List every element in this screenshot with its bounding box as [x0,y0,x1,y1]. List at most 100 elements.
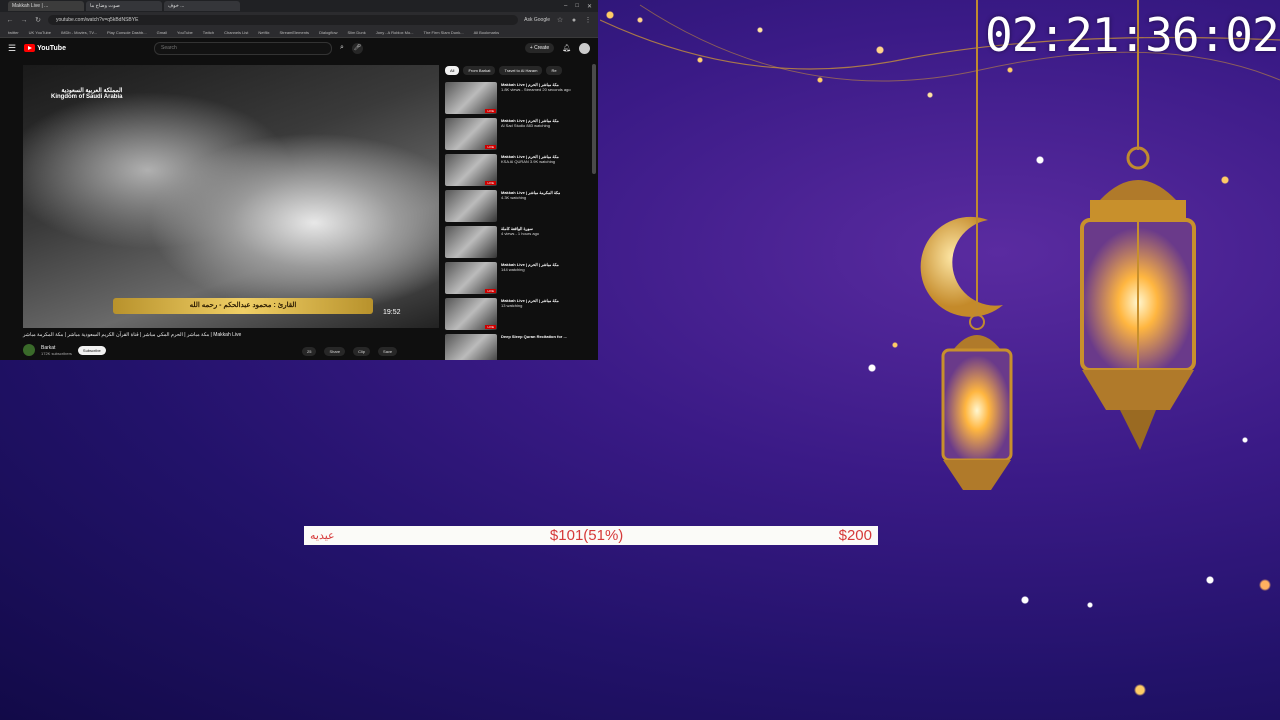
browser-window: Makkah Live | ... صوت وضاح ما خوف ... – … [0,0,598,360]
list-item[interactable]: LIVE Makkah Live | مكة مباشر | الحرم 1.8K … [445,82,593,118]
chip-more[interactable]: Re [546,66,562,75]
related-meta: 13 watching [501,303,523,308]
goal-target: $200 [838,527,872,544]
tab-makkah-live[interactable]: Makkah Live | ... [8,1,84,11]
maximize-icon[interactable]: □ [575,3,579,10]
video-thumbnail [445,226,497,258]
lantern-right-icon [1080,0,1196,450]
mic-icon[interactable]: 🎤︎ [351,42,363,54]
address-bar[interactable]: youtube.com/watch?v=q5kBdNSBYE [48,15,519,25]
bookmark-item[interactable]: Channels List [224,30,248,35]
youtube-play-icon [24,44,36,52]
list-item[interactable]: Deep Sleep Quran Recitation for ... [445,334,593,360]
list-item[interactable]: سورة الواقعة كاملة 4 views - 1 hours ago [445,226,593,262]
related-meta: 144 watching [501,267,525,272]
address-row: ← → ↻ youtube.com/watch?v=q5kBdNSBYE Ask… [0,12,598,28]
bookmark-item[interactable]: Twitch [203,30,214,35]
menu-icon[interactable]: ☰ [8,43,16,54]
video-thumbnail [445,334,497,360]
profile-icon[interactable]: ● [570,17,578,24]
related-videos: LIVE Makkah Live | مكة مباشر | الحرم 1.8K … [445,82,593,360]
subscribe-button[interactable]: Subscribe [77,345,106,355]
share-button[interactable]: Share [324,347,346,356]
goal-current: $101(51%) [549,527,624,544]
bookmark-item[interactable]: StreamElements [279,30,309,35]
list-item[interactable]: LIVE Makkah Live | مكة مباشر | الحرم 144 w… [445,262,593,298]
ksa-overlay-text: المملكة العربية السعودية Kingdom of Saud… [51,88,123,100]
create-label: Create [534,45,550,51]
bookmark-item[interactable]: Gmail [157,30,167,35]
bookmark-item[interactable]: YouTube [177,30,193,35]
live-badge: LIVE [485,289,496,293]
star-icon[interactable]: ☆ [556,16,564,24]
related-title: Deep Sleep Quran Recitation for ... [501,334,567,339]
list-item[interactable]: LIVE Makkah Live | مكة مباشر | الحرم Al Sa… [445,118,593,154]
clip-button[interactable]: Clip [353,347,371,356]
list-item[interactable]: LIVE Makkah Live | مكة مباشر | الحرم 13 wa… [445,298,593,334]
close-icon[interactable]: ✕ [587,3,592,10]
bookmark-item[interactable]: twitter [8,30,19,35]
tab-2[interactable]: صوت وضاح ما [86,1,162,11]
video-thumbnail: LIVE [445,298,497,330]
youtube-logo[interactable]: YouTube [24,44,66,52]
chip-from-barkat[interactable]: From Barkat [463,66,496,75]
list-item[interactable]: LIVE Makkah Live | مكة مباشر | الحرم KSA A… [445,154,593,190]
bookmark-item[interactable]: Slim Dunk [348,30,366,35]
live-badge: LIVE [485,325,496,329]
list-item[interactable]: Makkah Live | مكة المكرمة مباشر 4.3K watc… [445,190,593,226]
video-title: مكة مباشر | الحرم المكي مباشر | قناة الق… [23,332,242,338]
reload-icon[interactable]: ↻ [34,16,42,24]
minimize-icon[interactable]: – [564,3,567,10]
channel-avatar[interactable] [23,344,35,356]
donation-goal-bar: عيديه $101(51%) $200 [304,526,878,545]
ask-google-button[interactable]: Ask Google [524,17,550,23]
bookmark-item[interactable]: All Bookmarks [474,30,500,35]
tab-3[interactable]: خوف ... [164,1,240,11]
video-thumbnail: LIVE [445,82,497,114]
like-button[interactable]: 25 [302,347,317,356]
tab-bar: Makkah Live | ... صوت وضاح ما خوف ... – … [0,0,598,12]
bookmark-item[interactable]: The Firm Slam Dunk... [424,30,464,35]
bookmark-item[interactable]: UK YouTube [29,30,51,35]
forward-icon[interactable]: → [20,17,28,24]
save-button[interactable]: Save [378,347,398,356]
bookmark-item[interactable]: Netflix [258,30,269,35]
live-badge: LIVE [485,181,496,185]
bookmarks-bar: twitter UK YouTube IMDb - Movies, TV... … [0,28,598,38]
video-thumbnail: LIVE [445,118,497,150]
crescent-moon-icon [920,216,1003,317]
related-meta: Al Sad Studio 883 watching [501,123,550,128]
filter-chips: All From Barkat Travel to Al Haram Re [445,66,562,75]
avatar[interactable] [579,42,590,54]
related-meta: KSA Al QURAN 3.9K watching [501,159,556,164]
video-thumbnail: LIVE [445,154,497,186]
bookmark-item[interactable]: Dialogflow [319,30,337,35]
bookmark-item[interactable]: Jony - A Roblox Mo... [376,30,414,35]
channel-subs: 172K subscribers [41,350,72,356]
search-input[interactable]: Search [153,41,332,55]
reciter-banner: القارئ : محمود عبدالحكم - رحمه الله [113,298,373,314]
related-meta: 4.3K watching [501,195,527,200]
bell-icon[interactable]: 🔔︎ [562,44,571,52]
player-clock: 19:52 [383,309,401,316]
create-button[interactable]: + Create [524,43,555,53]
video-actions: 25 Share Clip Save [302,347,398,356]
related-meta: 1.8K views - Streamed 20 seconds ago [501,87,571,92]
youtube-header: ☰ YouTube Search ⌕ 🎤︎ + Create 🔔︎ [0,38,598,58]
bookmark-item[interactable]: Play Console Dashb... [107,30,147,35]
chip-all[interactable]: All [445,66,460,75]
bookmark-item[interactable]: IMDb - Movies, TV... [61,30,97,35]
video-thumbnail [445,190,497,222]
video-thumbnail: LIVE [445,262,497,294]
back-icon[interactable]: ← [6,17,14,24]
channel-row: Barkat 172K subscribers Subscribe [23,344,106,356]
chip-travel[interactable]: Travel to Al Haram [499,66,543,75]
related-meta: 4 views - 1 hours ago [501,231,540,236]
countdown-clock: 02:21:36:02 [985,8,1280,62]
scrollbar[interactable] [592,64,596,174]
video-player[interactable]: المملكة العربية السعودية Kingdom of Saud… [23,65,439,328]
live-badge: LIVE [485,145,496,149]
more-icon[interactable]: ⋮ [584,16,592,24]
search-icon[interactable]: ⌕ [340,44,344,52]
live-badge: LIVE [485,109,496,113]
